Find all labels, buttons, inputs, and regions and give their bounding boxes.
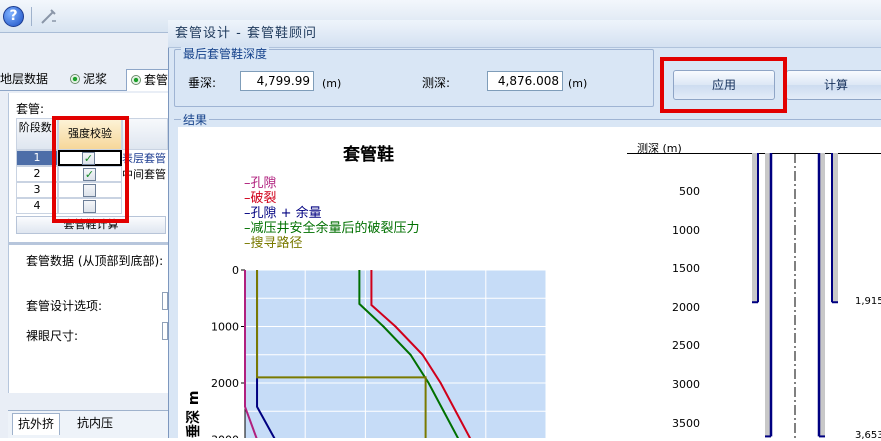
depth-tick-label: 500	[679, 185, 700, 198]
depth-tick-label: 3000	[672, 378, 700, 391]
calculate-button[interactable]: 计算	[786, 70, 881, 100]
tab-label: 泥浆	[83, 72, 108, 86]
tab-collapse[interactable]: 抗外挤	[12, 413, 61, 435]
data-tabs: 地层数据 泥浆 套管	[0, 66, 176, 91]
depth-tick-label: 2000	[672, 300, 700, 314]
toolbar-divider	[31, 7, 32, 26]
last-shoe-depth-title: 最后套管鞋深度	[181, 47, 270, 61]
depth-tick-label: 3500	[672, 416, 700, 430]
splitter[interactable]	[8, 242, 168, 245]
shoe-depth-label: 3,653	[855, 430, 881, 441]
tvd-unit: (m)	[322, 77, 342, 90]
highlight-apply	[660, 57, 787, 113]
y-tick-label: 3000	[211, 434, 239, 439]
shoe-chart: 0 1000 2000 3000 垂深 m	[185, 264, 547, 439]
chart-title: 套管鞋	[343, 145, 394, 165]
md-unit: (m)	[568, 77, 588, 90]
highlight-strength-check	[52, 116, 129, 223]
legend-item: –孔隙	[244, 176, 277, 191]
shoe-depth-label: 1,915	[855, 296, 881, 308]
casing-data-label: 套管数据 (从顶部到底部):	[26, 254, 164, 268]
tab-label: 地层数据	[0, 72, 49, 86]
md-label: 测深:	[422, 76, 451, 90]
legend-item: –搜寻路径	[244, 236, 303, 251]
plot-background	[245, 270, 546, 438]
y-tick-label: 0	[232, 264, 239, 277]
radio-icon	[70, 74, 80, 84]
bottom-tabs: 抗外挤 抗内压	[8, 410, 168, 438]
tvd-input[interactable]: 4,799.99	[240, 71, 314, 91]
tab-label: 套管	[144, 73, 169, 87]
legend-item: –孔隙 + 余量	[244, 206, 322, 221]
md-input[interactable]: 4,876.008	[487, 71, 563, 91]
depth-tick-label: 2500	[672, 339, 700, 353]
tab-formation-data[interactable]: 地层数据	[0, 69, 48, 91]
design-options-label: 套管设计选项:	[26, 299, 103, 313]
y-tick-label: 1000	[211, 321, 239, 334]
dialog-title: 套管设计 - 套管鞋顾问	[168, 20, 881, 48]
depth-tick-label: 1000	[672, 223, 700, 237]
depth-tick-label: 1500	[672, 262, 700, 276]
help-icon[interactable]: ?	[3, 6, 24, 27]
openhole-size-label: 裸眼尺寸:	[26, 329, 79, 343]
tab-mud[interactable]: 泥浆	[66, 69, 107, 91]
y-tick-label: 2000	[211, 377, 239, 390]
radio-icon	[131, 75, 141, 85]
legend-item: –减压井安全余量后的破裂压力	[244, 221, 420, 236]
legend-item: –破裂	[244, 191, 277, 206]
tvd-label: 垂深:	[188, 76, 217, 90]
y-axis-label: 垂深 m	[185, 391, 202, 438]
tab-burst[interactable]: 抗内压	[72, 413, 118, 435]
casing-label: 套管:	[16, 102, 45, 116]
edit-disabled-icon[interactable]	[40, 7, 58, 25]
results-title: 结果	[181, 113, 210, 127]
